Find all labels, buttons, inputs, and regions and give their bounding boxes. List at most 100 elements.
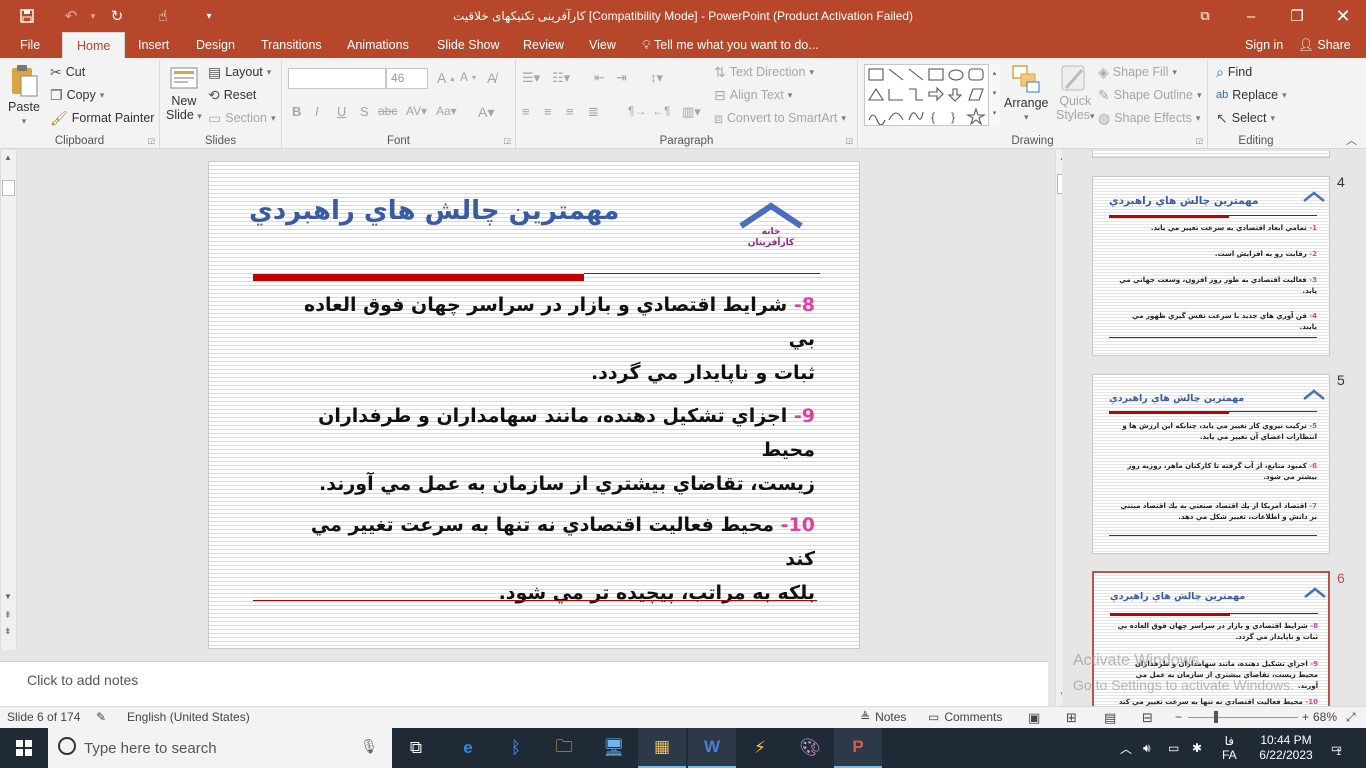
- slide-title[interactable]: مهمترين چالش هاي راهبردي: [249, 196, 619, 226]
- previous-slide-icon[interactable]: ⇞: [4, 610, 12, 621]
- tab-view[interactable]: View: [587, 32, 618, 58]
- slide-canvas[interactable]: مهمترين چالش هاي راهبردي خانه کارآفرینان…: [208, 161, 860, 649]
- left-scrollbar[interactable]: ▲ ▼ ⇞ ⇟: [0, 150, 17, 650]
- customize-icon[interactable]: ▾: [196, 4, 222, 28]
- scroll-up-icon[interactable]: ▲: [4, 153, 12, 162]
- align-left-icon[interactable]: ≡: [522, 104, 530, 119]
- shapes-scroll[interactable]: ▴ ▾ ▾: [988, 64, 1000, 126]
- columns-icon[interactable]: ▥▾: [682, 104, 701, 120]
- powerpoint-icon[interactable]: P: [834, 728, 882, 768]
- shape-effects-button[interactable]: ◍ Shape Effects ▾: [1098, 111, 1200, 125]
- dialog-launcher-icon[interactable]: ◲: [1195, 136, 1203, 145]
- increase-indent-icon[interactable]: ⇥: [616, 70, 627, 86]
- cut-button[interactable]: ✂ Cut: [50, 65, 85, 79]
- dialog-launcher-icon[interactable]: ◲: [503, 136, 511, 145]
- tab-file[interactable]: File: [18, 32, 42, 58]
- select-button[interactable]: ↖ Select ▾: [1216, 111, 1275, 125]
- font-size-input[interactable]: 46: [386, 68, 428, 89]
- find-button[interactable]: ⌕ Find: [1216, 65, 1252, 79]
- strikethrough-icon[interactable]: abc: [378, 104, 397, 118]
- slide-sorter-icon[interactable]: ⊞: [1066, 710, 1077, 726]
- section-button[interactable]: ▭ Section ▾: [208, 111, 275, 125]
- tab-design[interactable]: Design: [194, 32, 237, 58]
- dialog-launcher-icon[interactable]: ◲: [147, 136, 155, 145]
- windows-start-icon[interactable]: [0, 728, 48, 768]
- align-center-icon[interactable]: ≡: [544, 104, 552, 119]
- zoom-in-icon[interactable]: +: [1302, 710, 1309, 724]
- justify-icon[interactable]: ≣: [588, 104, 599, 120]
- text-direction-button[interactable]: ⇅ Text Direction ▾: [714, 65, 814, 79]
- zoom-out-icon[interactable]: −: [1175, 710, 1182, 724]
- scroll-down-icon[interactable]: ▼: [4, 592, 12, 601]
- ltr-icon[interactable]: ¶→: [628, 104, 646, 118]
- winrar-icon[interactable]: ⚡︎: [736, 728, 784, 768]
- volume-icon[interactable]: 🔊︎: [1143, 728, 1151, 768]
- bold-icon[interactable]: B: [292, 104, 301, 119]
- notes-toggle[interactable]: ≜ Notes: [860, 710, 906, 724]
- zoom-slider[interactable]: [1188, 711, 1298, 723]
- zoom-slider-thumb[interactable]: [1214, 711, 1218, 723]
- close-icon[interactable]: ✕: [1320, 0, 1366, 32]
- scroll-thumb[interactable]: [2, 180, 15, 196]
- align-text-button[interactable]: ⊟ Align Text ▾: [714, 88, 792, 102]
- dialog-launcher-icon[interactable]: ◲: [845, 136, 853, 145]
- smartart-button[interactable]: ⧈ Convert to SmartArt ▾: [714, 111, 846, 125]
- sign-in-link[interactable]: Sign in: [1245, 32, 1283, 58]
- bullet-point[interactable]: 9- اجزاي تشكيل دهنده، مانند سهامداران و …: [275, 399, 815, 501]
- zoom-level[interactable]: 68%: [1313, 710, 1337, 724]
- task-view-icon[interactable]: ⧉: [392, 728, 440, 768]
- shrink-font-icon[interactable]: A ▾: [460, 70, 476, 84]
- calendar-app-icon[interactable]: ▦: [638, 728, 686, 768]
- slideshow-view-icon[interactable]: ⊟: [1142, 710, 1153, 726]
- ribbon-display-icon[interactable]: ⧉: [1182, 0, 1228, 32]
- paste-button[interactable]: Paste ▾: [8, 64, 40, 127]
- change-case-icon[interactable]: Aa▾: [436, 104, 457, 118]
- underline-icon[interactable]: U: [337, 104, 346, 119]
- share-button[interactable]: 👤︎ Share: [1298, 32, 1351, 58]
- line-spacing-icon[interactable]: ↕▾: [650, 70, 663, 86]
- slide-thumbnail-4[interactable]: مهمترين چالش هاي راهبردي 1- تمامي ابعاد …: [1092, 176, 1330, 356]
- character-spacing-icon[interactable]: AV▾: [406, 104, 427, 118]
- bullets-icon[interactable]: ☰▾: [522, 70, 540, 86]
- spell-check-icon[interactable]: ✎: [96, 710, 106, 724]
- format-painter-button[interactable]: 🖌︎ Format Painter: [50, 111, 154, 125]
- italic-icon[interactable]: I: [315, 104, 319, 119]
- decrease-indent-icon[interactable]: ⇤: [594, 70, 605, 86]
- slide-thumbnail-3[interactable]: [1092, 150, 1330, 158]
- normal-view-icon[interactable]: ▣: [1028, 710, 1040, 726]
- undo-dropdown-icon[interactable]: ▾: [80, 4, 106, 28]
- language-indicator[interactable]: English (United States): [127, 710, 250, 724]
- layout-button[interactable]: ▤ Layout ▾: [208, 65, 271, 79]
- font-color-icon[interactable]: A▾: [478, 104, 494, 121]
- show-hidden-icons[interactable]: ︿: [1120, 728, 1132, 768]
- taskbar-search-box[interactable]: Type here to search 🎙︎: [48, 728, 392, 768]
- redo-icon[interactable]: ↻: [104, 4, 130, 28]
- font-name-input[interactable]: [288, 68, 386, 89]
- microphone-icon[interactable]: 🎙︎: [360, 738, 378, 755]
- word-icon[interactable]: W: [688, 728, 736, 768]
- numbering-icon[interactable]: ☷▾: [552, 70, 570, 86]
- rtl-icon[interactable]: ←¶: [652, 104, 670, 118]
- restore-icon[interactable]: ❐: [1274, 0, 1320, 32]
- shapes-gallery[interactable]: {}: [864, 64, 1000, 126]
- tab-home[interactable]: Home: [62, 32, 126, 58]
- bluetooth-icon[interactable]: ᛒ: [492, 728, 540, 768]
- reading-view-icon[interactable]: ▤: [1104, 710, 1116, 726]
- tab-slide-show[interactable]: Slide Show: [435, 32, 502, 58]
- shadow-icon[interactable]: S: [360, 104, 369, 119]
- clear-formatting-icon[interactable]: A̸: [487, 70, 496, 86]
- fit-to-window-icon[interactable]: ⤢: [1346, 710, 1356, 725]
- new-slide-button[interactable]: New Slide ▾: [166, 64, 202, 122]
- replace-button[interactable]: ab Replace ▾: [1216, 88, 1287, 102]
- bullet-point[interactable]: 10- محيط فعاليت اقتصادي نه تنها به سرعت …: [275, 508, 815, 610]
- tell-me-box[interactable]: 💡︎ Tell me what you want to do...: [642, 32, 819, 58]
- shape-fill-button[interactable]: ◈ Shape Fill ▾: [1098, 65, 1177, 79]
- tab-animations[interactable]: Animations: [345, 32, 411, 58]
- input-language[interactable]: فا FA: [1222, 728, 1237, 768]
- bullet-point[interactable]: 8- شرايط اقتصادي و بازار در سراسر چهان ف…: [275, 288, 815, 390]
- clock[interactable]: 10:44 PM 6/22/2023: [1254, 728, 1318, 768]
- copy-button[interactable]: ❐ Copy ▾: [50, 88, 104, 102]
- slide-thumbnail-5[interactable]: مهمترين چالش هاي راهبردي 5- تركيب نيروي …: [1092, 374, 1330, 554]
- notification-center[interactable]: ▭ 1: [1322, 728, 1350, 768]
- shape-outline-button[interactable]: ✎ Shape Outline ▾: [1098, 88, 1202, 102]
